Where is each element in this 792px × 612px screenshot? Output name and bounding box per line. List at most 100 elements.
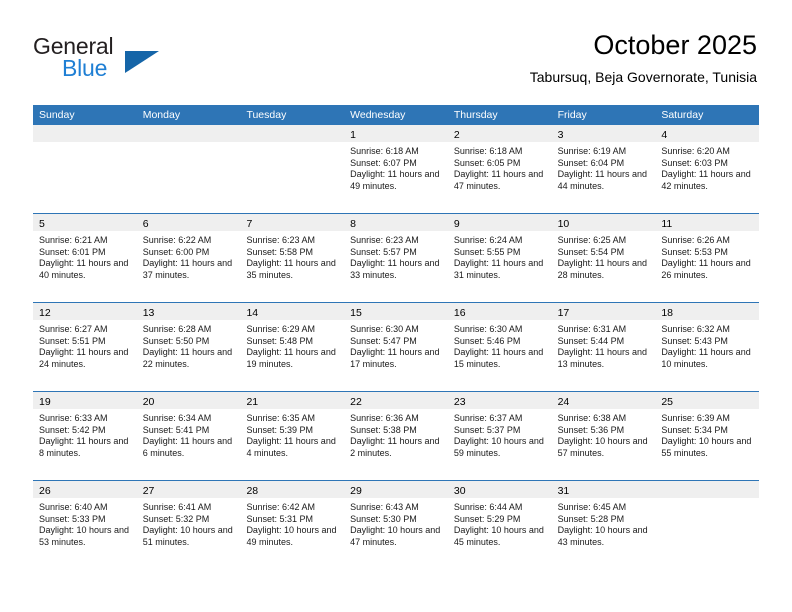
calendar-day-cell[interactable]: 16 Sunrise: 6:30 AM Sunset: 5:46 PM Dayligh… xyxy=(447,303,552,391)
calendar-day-cell[interactable]: 2 Sunrise: 6:18 AM Sunset: 6:05 PM Daylight… xyxy=(447,125,552,213)
calendar-day-cell[interactable]: 7 Sunrise: 6:23 AM Sunset: 5:58 PM Daylight… xyxy=(240,214,345,302)
calendar-week-inner: 1 Sunrise: 6:18 AM Sunset: 6:07 PM Daylight… xyxy=(33,125,760,213)
title-block: October 2025 Tabursuq, Beja Governorate,… xyxy=(530,29,757,87)
day-details: Sunrise: 6:43 AM Sunset: 5:30 PM Daylight:… xyxy=(344,498,448,548)
day-details: Sunrise: 6:44 AM Sunset: 5:29 PM Daylight:… xyxy=(448,498,552,548)
day-number: 7 xyxy=(246,218,253,230)
day-number: 24 xyxy=(557,396,570,408)
day-number: 2 xyxy=(453,129,460,141)
sunset-text: Sunset: 5:51 PM xyxy=(39,335,106,346)
day-details: Sunrise: 6:21 AM Sunset: 6:01 PM Daylight:… xyxy=(33,231,137,281)
day-details: Sunrise: 6:30 AM Sunset: 5:46 PM Daylight:… xyxy=(448,320,552,370)
daylight-text: Daylight: 11 hours and 42 minutes. xyxy=(661,169,751,191)
calendar-day-cell[interactable]: 8 Sunrise: 6:23 AM Sunset: 5:57 PM Daylight… xyxy=(344,214,448,302)
day-details: Sunrise: 6:29 AM Sunset: 5:48 PM Daylight:… xyxy=(240,320,344,370)
day-details: Sunrise: 6:39 AM Sunset: 5:34 PM Daylight:… xyxy=(655,409,759,459)
calendar-day-cell[interactable]: 25 Sunrise: 6:39 AM Sunset: 5:34 PM Dayligh… xyxy=(655,392,760,480)
day-number: 28 xyxy=(246,485,259,497)
calendar-day-cell[interactable]: 22 Sunrise: 6:36 AM Sunset: 5:38 PM Dayligh… xyxy=(344,392,448,480)
day-number: 22 xyxy=(350,396,362,408)
calendar-day-cell[interactable]: 14 Sunrise: 6:29 AM Sunset: 5:48 PM Dayligh… xyxy=(240,303,345,391)
day-number: 13 xyxy=(142,307,155,319)
day-number-band: 31 xyxy=(551,481,656,498)
day-number-band: 25 xyxy=(655,392,760,409)
day-number-band: 28 xyxy=(240,481,345,498)
sunset-text: Sunset: 5:32 PM xyxy=(142,513,210,524)
day-details: Sunrise: 6:25 AM Sunset: 5:54 PM Daylight:… xyxy=(552,231,656,281)
day-number: 31 xyxy=(557,485,570,497)
daylight-text: Daylight: 11 hours and 33 minutes. xyxy=(350,258,440,280)
sunset-text: Sunset: 5:38 PM xyxy=(350,424,417,435)
sunset-text: Sunset: 6:04 PM xyxy=(557,157,625,168)
sunset-text: Sunset: 6:05 PM xyxy=(453,157,521,168)
sunset-text: Sunset: 5:34 PM xyxy=(661,424,728,435)
calendar-day-cell[interactable]: 15 Sunrise: 6:30 AM Sunset: 5:47 PM Dayligh… xyxy=(344,303,448,391)
day-number: 27 xyxy=(142,485,155,497)
sunrise-text: Sunrise: 6:23 AM xyxy=(350,235,419,245)
calendar-day-cell[interactable]: 28 Sunrise: 6:42 AM Sunset: 5:31 PM Dayligh… xyxy=(240,481,345,569)
calendar-day-cell[interactable]: 17 Sunrise: 6:31 AM Sunset: 5:44 PM Dayligh… xyxy=(551,303,656,391)
day-number: 26 xyxy=(39,485,51,497)
sunset-text: Sunset: 6:07 PM xyxy=(350,157,417,168)
sunset-text: Sunset: 5:58 PM xyxy=(246,246,313,257)
sunrise-text: Sunrise: 6:25 AM xyxy=(557,235,627,245)
calendar-day-cell[interactable]: 24 Sunrise: 6:38 AM Sunset: 5:36 PM Dayligh… xyxy=(551,392,656,480)
day-details: Sunrise: 6:42 AM Sunset: 5:31 PM Daylight:… xyxy=(240,498,344,548)
calendar-day-cell[interactable]: 4 Sunrise: 6:20 AM Sunset: 6:03 PM Daylight… xyxy=(655,125,760,213)
sunrise-text: Sunrise: 6:42 AM xyxy=(246,502,315,512)
day-number-band: 2 xyxy=(447,125,552,142)
daylight-text: Daylight: 11 hours and 8 minutes. xyxy=(39,436,129,458)
sunrise-text: Sunrise: 6:20 AM xyxy=(661,146,730,156)
calendar-day-cell[interactable]: 10 Sunrise: 6:25 AM Sunset: 5:54 PM Dayligh… xyxy=(551,214,656,302)
calendar-day-cell-empty xyxy=(33,125,137,213)
calendar-day-cell[interactable]: 5 Sunrise: 6:21 AM Sunset: 6:01 PM Daylight… xyxy=(33,214,137,302)
calendar-day-cell[interactable]: 6 Sunrise: 6:22 AM Sunset: 6:00 PM Daylight… xyxy=(136,214,241,302)
day-number: 3 xyxy=(557,129,564,141)
calendar-day-cell[interactable]: 27 Sunrise: 6:41 AM Sunset: 5:32 PM Dayligh… xyxy=(136,481,241,569)
day-details: Sunrise: 6:23 AM Sunset: 5:57 PM Daylight:… xyxy=(344,231,448,281)
sunset-text: Sunset: 5:44 PM xyxy=(557,335,625,346)
sunset-text: Sunset: 6:03 PM xyxy=(661,157,728,168)
daylight-text: Daylight: 11 hours and 22 minutes. xyxy=(142,347,233,369)
calendar-day-cell[interactable]: 31 Sunrise: 6:45 AM Sunset: 5:28 PM Dayligh… xyxy=(551,481,656,569)
calendar-day-cell[interactable]: 20 Sunrise: 6:34 AM Sunset: 5:41 PM Dayligh… xyxy=(136,392,241,480)
weekday-header-sunday: Sunday xyxy=(39,109,75,121)
brand-logo[interactable]: General Blue xyxy=(33,33,233,88)
calendar-day-cell[interactable]: 26 Sunrise: 6:40 AM Sunset: 5:33 PM Dayligh… xyxy=(33,481,137,569)
day-number: 15 xyxy=(350,307,362,319)
day-details: Sunrise: 6:24 AM Sunset: 5:55 PM Daylight:… xyxy=(448,231,552,281)
calendar-day-cell[interactable]: 13 Sunrise: 6:28 AM Sunset: 5:50 PM Dayligh… xyxy=(136,303,241,391)
day-details: Sunrise: 6:40 AM Sunset: 5:33 PM Daylight:… xyxy=(33,498,137,548)
calendar-day-cell[interactable]: 3 Sunrise: 6:19 AM Sunset: 6:04 PM Daylight… xyxy=(551,125,656,213)
calendar-day-cell[interactable]: 23 Sunrise: 6:37 AM Sunset: 5:37 PM Dayligh… xyxy=(447,392,552,480)
calendar-day-cell[interactable]: 1 Sunrise: 6:18 AM Sunset: 6:07 PM Daylight… xyxy=(344,125,448,213)
calendar-week-row: 1 Sunrise: 6:18 AM Sunset: 6:07 PM Daylight… xyxy=(33,125,760,213)
daylight-text: Daylight: 11 hours and 24 minutes. xyxy=(39,347,129,369)
daylight-text: Daylight: 11 hours and 17 minutes. xyxy=(350,347,440,369)
calendar-day-cell[interactable]: 9 Sunrise: 6:24 AM Sunset: 5:55 PM Daylight… xyxy=(447,214,552,302)
calendar-day-cell[interactable]: 18 Sunrise: 6:32 AM Sunset: 5:43 PM Dayligh… xyxy=(655,303,760,391)
day-details: Sunrise: 6:18 AM Sunset: 6:07 PM Daylight:… xyxy=(344,142,448,192)
sunrise-text: Sunrise: 6:21 AM xyxy=(39,235,108,245)
calendar-week-inner: 26 Sunrise: 6:40 AM Sunset: 5:33 PM Dayligh… xyxy=(33,481,760,569)
calendar-day-cell[interactable]: 11 Sunrise: 6:26 AM Sunset: 5:53 PM Dayligh… xyxy=(655,214,760,302)
day-number: 12 xyxy=(39,307,51,319)
day-number-band: 1 xyxy=(344,125,448,142)
daylight-text: Daylight: 11 hours and 35 minutes. xyxy=(246,258,336,280)
daylight-text: Daylight: 10 hours and 59 minutes. xyxy=(453,436,544,458)
day-details: Sunrise: 6:36 AM Sunset: 5:38 PM Daylight:… xyxy=(344,409,448,459)
day-number-band: 21 xyxy=(240,392,345,409)
calendar-day-cell[interactable]: 19 Sunrise: 6:33 AM Sunset: 5:42 PM Dayligh… xyxy=(33,392,137,480)
sunrise-text: Sunrise: 6:40 AM xyxy=(39,502,108,512)
calendar-day-cell[interactable]: 12 Sunrise: 6:27 AM Sunset: 5:51 PM Dayligh… xyxy=(33,303,137,391)
day-number-band: 11 xyxy=(655,214,760,231)
day-details: Sunrise: 6:33 AM Sunset: 5:42 PM Daylight:… xyxy=(33,409,137,459)
calendar-day-cell[interactable]: 21 Sunrise: 6:35 AM Sunset: 5:39 PM Dayligh… xyxy=(240,392,345,480)
day-number-band xyxy=(33,125,137,142)
calendar-grid: Sunday Monday Tuesday Wednesday Thursday… xyxy=(33,105,760,569)
calendar-day-cell[interactable]: 29 Sunrise: 6:43 AM Sunset: 5:30 PM Dayligh… xyxy=(344,481,448,569)
daylight-text: Daylight: 11 hours and 26 minutes. xyxy=(661,258,751,280)
calendar-day-cell[interactable]: 30 Sunrise: 6:44 AM Sunset: 5:29 PM Dayligh… xyxy=(447,481,552,569)
sunrise-text: Sunrise: 6:44 AM xyxy=(453,502,523,512)
calendar-week-row: 12 Sunrise: 6:27 AM Sunset: 5:51 PM Dayligh… xyxy=(33,302,760,391)
